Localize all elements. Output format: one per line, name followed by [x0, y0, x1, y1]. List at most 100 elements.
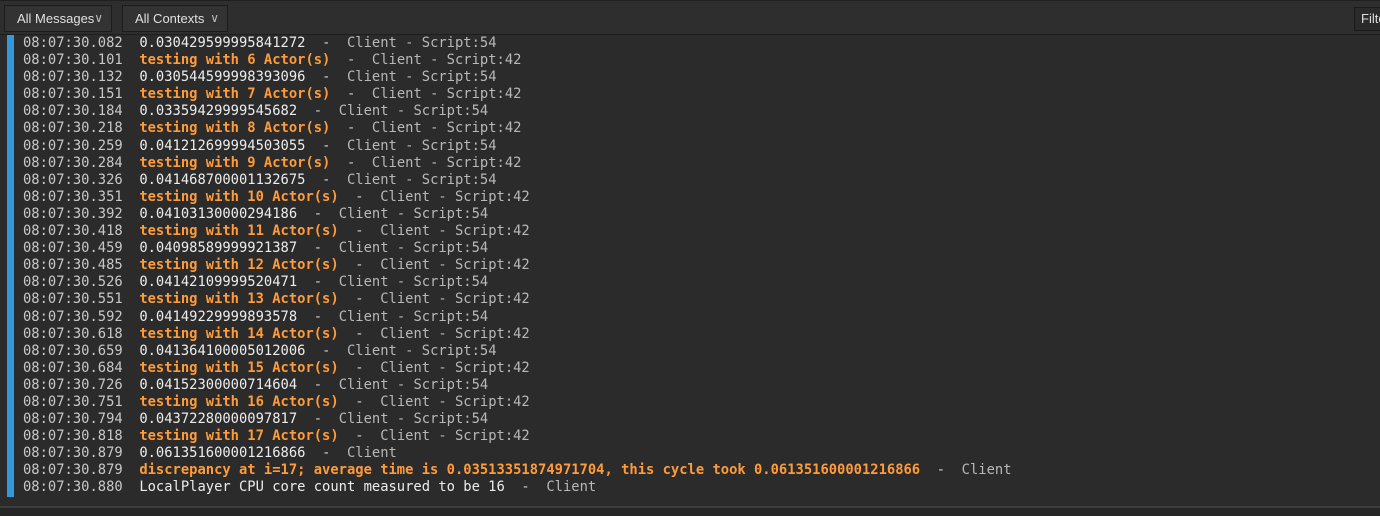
output-log[interactable]: 08:07:30.082 0.030429599995841272 - Clie…	[0, 35, 1380, 505]
log-timestamp: 08:07:30.151	[23, 86, 123, 103]
log-source: Client - Script:42	[371, 86, 522, 103]
message-group-bar	[7, 35, 14, 497]
log-row[interactable]: 08:07:30.459 0.04098589999921387 - Clien…	[23, 240, 1012, 257]
log-message: 0.041212699994503055	[139, 137, 306, 154]
horizontal-scrollbar[interactable]	[0, 506, 1380, 516]
log-row[interactable]: 08:07:30.326 0.041468700001132675 - Clie…	[23, 172, 1012, 189]
log-source: Client - Script:42	[380, 257, 530, 274]
log-source: Client	[347, 445, 397, 462]
log-message: testing with 7 Actor(s)	[139, 86, 331, 103]
log-row-warning[interactable]: 08:07:30.218 testing with 8 Actor(s) - C…	[23, 120, 1012, 137]
output-toolbar: All Messages ∨ All Contexts ∨ Filter	[0, 0, 1380, 35]
log-source: Client - Script:54	[338, 308, 489, 325]
log-row[interactable]: 08:07:30.259 0.041212699994503055 - Clie…	[23, 138, 1012, 155]
log-row[interactable]: 08:07:30.392 0.04103130000294186 - Clien…	[23, 206, 1012, 223]
log-timestamp: 08:07:30.751	[23, 393, 123, 410]
log-row[interactable]: 08:07:30.880 LocalPlayer CPU core count …	[23, 479, 1012, 496]
log-timestamp: 08:07:30.485	[23, 257, 123, 274]
log-message: discrepancy at i=17; average time is 0.0…	[139, 462, 921, 479]
log-timestamp: 08:07:30.880	[23, 479, 123, 496]
log-message: testing with 10 Actor(s)	[139, 188, 339, 205]
log-row[interactable]: 08:07:30.592 0.04149229999893578 - Clien…	[23, 309, 1012, 326]
context-filter-label: All Contexts	[135, 11, 205, 26]
log-message: 0.061351600001216866	[139, 445, 306, 462]
log-row[interactable]: 08:07:30.794 0.04372280000097817 - Clien…	[23, 411, 1012, 428]
log-source: Client - Script:42	[380, 188, 530, 205]
log-row-warning[interactable]: 08:07:30.151 testing with 7 Actor(s) - C…	[23, 86, 1012, 103]
log-source: Client - Script:54	[347, 35, 497, 51]
filter-input[interactable]: Filter	[1354, 7, 1380, 31]
log-row-warning[interactable]: 08:07:30.618 testing with 14 Actor(s) - …	[23, 326, 1012, 343]
log-row[interactable]: 08:07:30.526 0.04142109999520471 - Clien…	[23, 274, 1012, 291]
log-source: Client	[961, 462, 1012, 479]
log-timestamp: 08:07:30.418	[23, 223, 123, 240]
log-source: Client - Script:54	[338, 411, 489, 428]
log-row-warning[interactable]: 08:07:30.551 testing with 13 Actor(s) - …	[23, 291, 1012, 308]
log-timestamp: 08:07:30.551	[23, 291, 123, 308]
log-message: testing with 14 Actor(s)	[139, 325, 339, 342]
log-source: Client - Script:54	[338, 103, 489, 120]
log-row[interactable]: 08:07:30.659 0.041364100005012006 - Clie…	[23, 343, 1012, 360]
log-source: Client - Script:54	[338, 376, 489, 393]
log-message: testing with 13 Actor(s)	[139, 291, 339, 308]
log-message: 0.041364100005012006	[139, 342, 306, 359]
log-timestamp: 08:07:30.618	[23, 325, 123, 342]
message-filter-dropdown[interactable]: All Messages ∨	[4, 5, 112, 32]
log-row[interactable]: 08:07:30.184 0.03359429999545682 - Clien…	[23, 103, 1012, 120]
log-message: testing with 15 Actor(s)	[139, 359, 339, 376]
log-source: Client - Script:42	[380, 325, 530, 342]
log-rows: 08:07:30.082 0.030429599995841272 - Clie…	[23, 35, 1012, 497]
log-timestamp: 08:07:30.132	[23, 69, 123, 86]
context-filter-dropdown[interactable]: All Contexts ∨	[122, 5, 228, 32]
log-message: testing with 12 Actor(s)	[139, 257, 339, 274]
log-message: testing with 8 Actor(s)	[139, 120, 331, 137]
log-message: 0.03359429999545682	[139, 103, 298, 120]
log-row-warning[interactable]: 08:07:30.684 testing with 15 Actor(s) - …	[23, 360, 1012, 377]
log-row-warning[interactable]: 08:07:30.101 testing with 6 Actor(s) - C…	[23, 52, 1012, 69]
log-row[interactable]: 08:07:30.082 0.030429599995841272 - Clie…	[23, 35, 1012, 52]
log-row-warning[interactable]: 08:07:30.751 testing with 16 Actor(s) - …	[23, 394, 1012, 411]
log-message: testing with 17 Actor(s)	[139, 428, 339, 445]
log-source: Client - Script:54	[347, 69, 497, 86]
log-timestamp: 08:07:30.101	[23, 52, 123, 69]
log-timestamp: 08:07:30.879	[23, 445, 123, 462]
log-message: 0.04372280000097817	[139, 411, 298, 428]
log-source: Client - Script:54	[347, 342, 497, 359]
log-row-warning[interactable]: 08:07:30.818 testing with 17 Actor(s) - …	[23, 428, 1012, 445]
log-timestamp: 08:07:30.259	[23, 137, 123, 154]
log-timestamp: 08:07:30.184	[23, 103, 123, 120]
log-row-warning[interactable]: 08:07:30.485 testing with 12 Actor(s) - …	[23, 257, 1012, 274]
log-message: 0.04152300000714604	[139, 376, 298, 393]
log-source: Client - Script:42	[371, 154, 522, 171]
log-source: Client - Script:42	[371, 120, 522, 137]
log-row[interactable]: 08:07:30.132 0.030544599998393096 - Clie…	[23, 69, 1012, 86]
log-timestamp: 08:07:30.684	[23, 359, 123, 376]
message-filter-label: All Messages	[17, 11, 95, 26]
log-source: Client - Script:42	[380, 291, 530, 308]
log-row-warning[interactable]: 08:07:30.879 discrepancy at i=17; averag…	[23, 462, 1012, 479]
log-message: testing with 16 Actor(s)	[139, 393, 339, 410]
log-row-warning[interactable]: 08:07:30.418 testing with 11 Actor(s) - …	[23, 223, 1012, 240]
log-row[interactable]: 08:07:30.726 0.04152300000714604 - Clien…	[23, 377, 1012, 394]
log-source: Client	[546, 479, 597, 496]
chevron-down-icon: ∨	[94, 11, 103, 25]
log-message: 0.04098589999921387	[139, 240, 298, 257]
log-timestamp: 08:07:30.351	[23, 188, 123, 205]
log-row-warning[interactable]: 08:07:30.351 testing with 10 Actor(s) - …	[23, 189, 1012, 206]
log-message: testing with 9 Actor(s)	[139, 154, 331, 171]
log-source: Client - Script:54	[347, 171, 497, 188]
log-timestamp: 08:07:30.082	[23, 35, 123, 51]
log-message: 0.04149229999893578	[139, 308, 298, 325]
log-message: testing with 11 Actor(s)	[139, 223, 339, 240]
log-message: testing with 6 Actor(s)	[139, 52, 331, 69]
log-source: Client - Script:54	[338, 205, 489, 222]
log-message: 0.041468700001132675	[139, 171, 306, 188]
log-source: Client - Script:42	[380, 223, 530, 240]
log-row[interactable]: 08:07:30.879 0.061351600001216866 - Clie…	[23, 445, 1012, 462]
log-source: Client - Script:42	[380, 428, 530, 445]
log-message: LocalPlayer CPU core count measured to b…	[139, 479, 505, 496]
log-source: Client - Script:42	[380, 393, 530, 410]
log-row-warning[interactable]: 08:07:30.284 testing with 9 Actor(s) - C…	[23, 155, 1012, 172]
log-source: Client - Script:42	[380, 359, 530, 376]
log-timestamp: 08:07:30.326	[23, 171, 123, 188]
